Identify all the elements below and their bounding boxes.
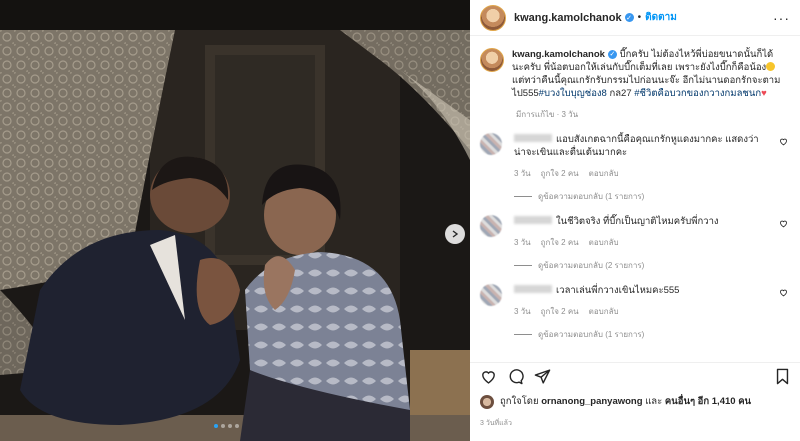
smile-emoji-icon [766,62,776,71]
likes-and: และ [645,396,663,407]
comment-text: เวลาเล่นพี่กวางเขินไหมคะ555 [556,285,680,296]
heart-icon[interactable] [779,288,788,297]
liker-avatar[interactable] [480,394,494,409]
commenter-username-blurred[interactable] [514,134,552,142]
next-arrow-icon [452,230,459,238]
comment-icon[interactable] [507,368,524,385]
caption-avatar[interactable] [480,48,504,72]
liker-username[interactable]: ornanong_panyawong [541,396,642,407]
hashtag-link[interactable]: #ชีวิตคือบวกของกวางกมลชนก [634,88,761,99]
post-timestamp: 3 วันที่แล้ว [480,420,512,427]
comment-item: แอบสังเกตฉากนี้คือคุณเกรักหูแดงมากคะ แสด… [480,133,790,203]
reply-button[interactable]: ตอบกลับ [589,167,619,180]
carousel-indicator [214,424,239,428]
follow-button[interactable]: ติดตาม [645,10,677,25]
bookmark-icon[interactable] [775,368,790,385]
carousel-next-button[interactable] [445,224,465,244]
reply-button[interactable]: ตอบกลับ [589,236,619,249]
comment-time: 3 วัน [514,307,531,316]
heart-icon[interactable] [779,219,788,228]
author-avatar[interactable] [480,4,506,31]
view-replies-button[interactable]: ดูข้อความตอบกลับ (1 รายการ) [514,328,764,341]
red-heart-emoji-icon: ♥ [761,88,767,99]
caption-edited-time: มีการแก้ไข · 3 วัน [516,110,579,119]
heart-icon[interactable] [480,368,497,385]
view-replies-label: ดูข้อความตอบกลับ (2 รายการ) [538,261,645,270]
commenter-username-blurred[interactable] [514,216,552,224]
header-separator: • [637,12,642,23]
view-replies-label: ดูข้อความตอบกลับ (1 รายการ) [538,330,645,339]
carousel-dot [221,424,225,428]
commenter-avatar-blurred[interactable] [480,215,502,237]
share-icon[interactable] [534,368,551,385]
comment-text: ในชีวิตจริง ที่บี๊กเป็นญาติไหมครับพี่กวา… [556,216,719,227]
comment-item: ในชีวิตจริง ที่บี๊กเป็นญาติไหมครับพี่กวา… [480,215,790,272]
carousel-dot-active [214,424,218,428]
view-replies-button[interactable]: ดูข้อความตอบกลับ (2 รายการ) [514,259,764,272]
verified-icon: ✓ [607,50,617,59]
carousel-dot [235,424,239,428]
commenter-avatar-blurred[interactable] [480,133,502,155]
likes-prefix: ถูกใจโดย [500,396,539,407]
view-replies-button[interactable]: ดูข้อความตอบกลับ (1 รายการ) [514,190,764,203]
post-action-bar [470,362,800,390]
likes-summary: ถูกใจโดย ornanong_panyawong และ คนอื่นๆ … [480,394,751,409]
heart-icon[interactable] [779,137,788,146]
comments-list[interactable]: kwang.kamolchanok ✓ บี๊กครับ ไม่ต้องไหว้พ… [470,40,800,356]
reply-button[interactable]: ตอบกลับ [589,305,619,318]
comment-time: 3 วัน [514,238,531,247]
commenter-username-blurred[interactable] [514,285,552,293]
carousel-dot [228,424,232,428]
post-image [0,30,470,441]
post-header: kwang.kamolchanok ✓ • ติดตาม ··· [470,0,800,36]
view-replies-label: ดูข้อความตอบกลับ (1 รายการ) [538,192,645,201]
comment-likes[interactable]: ถูกใจ 2 คน [541,167,579,180]
verified-icon: ✓ [624,13,634,22]
comment-likes[interactable]: ถูกใจ 2 คน [541,305,579,318]
post-caption: kwang.kamolchanok ✓ บี๊กครับ ไม่ต้องไหว้พ… [480,40,790,100]
post-photo[interactable] [0,0,470,441]
author-username[interactable]: kwang.kamolchanok [514,12,622,24]
caption-body-3: กล27 [606,88,635,99]
comment-time: 3 วัน [514,169,531,178]
caption-username[interactable]: kwang.kamolchanok [512,49,605,60]
post-side-panel: kwang.kamolchanok ✓ • ติดตาม ··· kwang.k… [470,0,800,441]
comment-item: เวลาเล่นพี่กวางเขินไหมคะ555 3 วัน ถูกใจ … [480,284,790,341]
hashtag-link[interactable]: #บวงใบบุญช่อง8 [539,88,607,99]
likes-others-link[interactable]: คนอื่นๆ อีก 1,410 คน [665,394,751,409]
commenter-avatar-blurred[interactable] [480,284,502,306]
comment-likes[interactable]: ถูกใจ 2 คน [541,236,579,249]
caption-text: kwang.kamolchanok ✓ บี๊กครับ ไม่ต้องไหว้พ… [512,48,782,100]
more-icon[interactable]: ··· [773,10,790,26]
